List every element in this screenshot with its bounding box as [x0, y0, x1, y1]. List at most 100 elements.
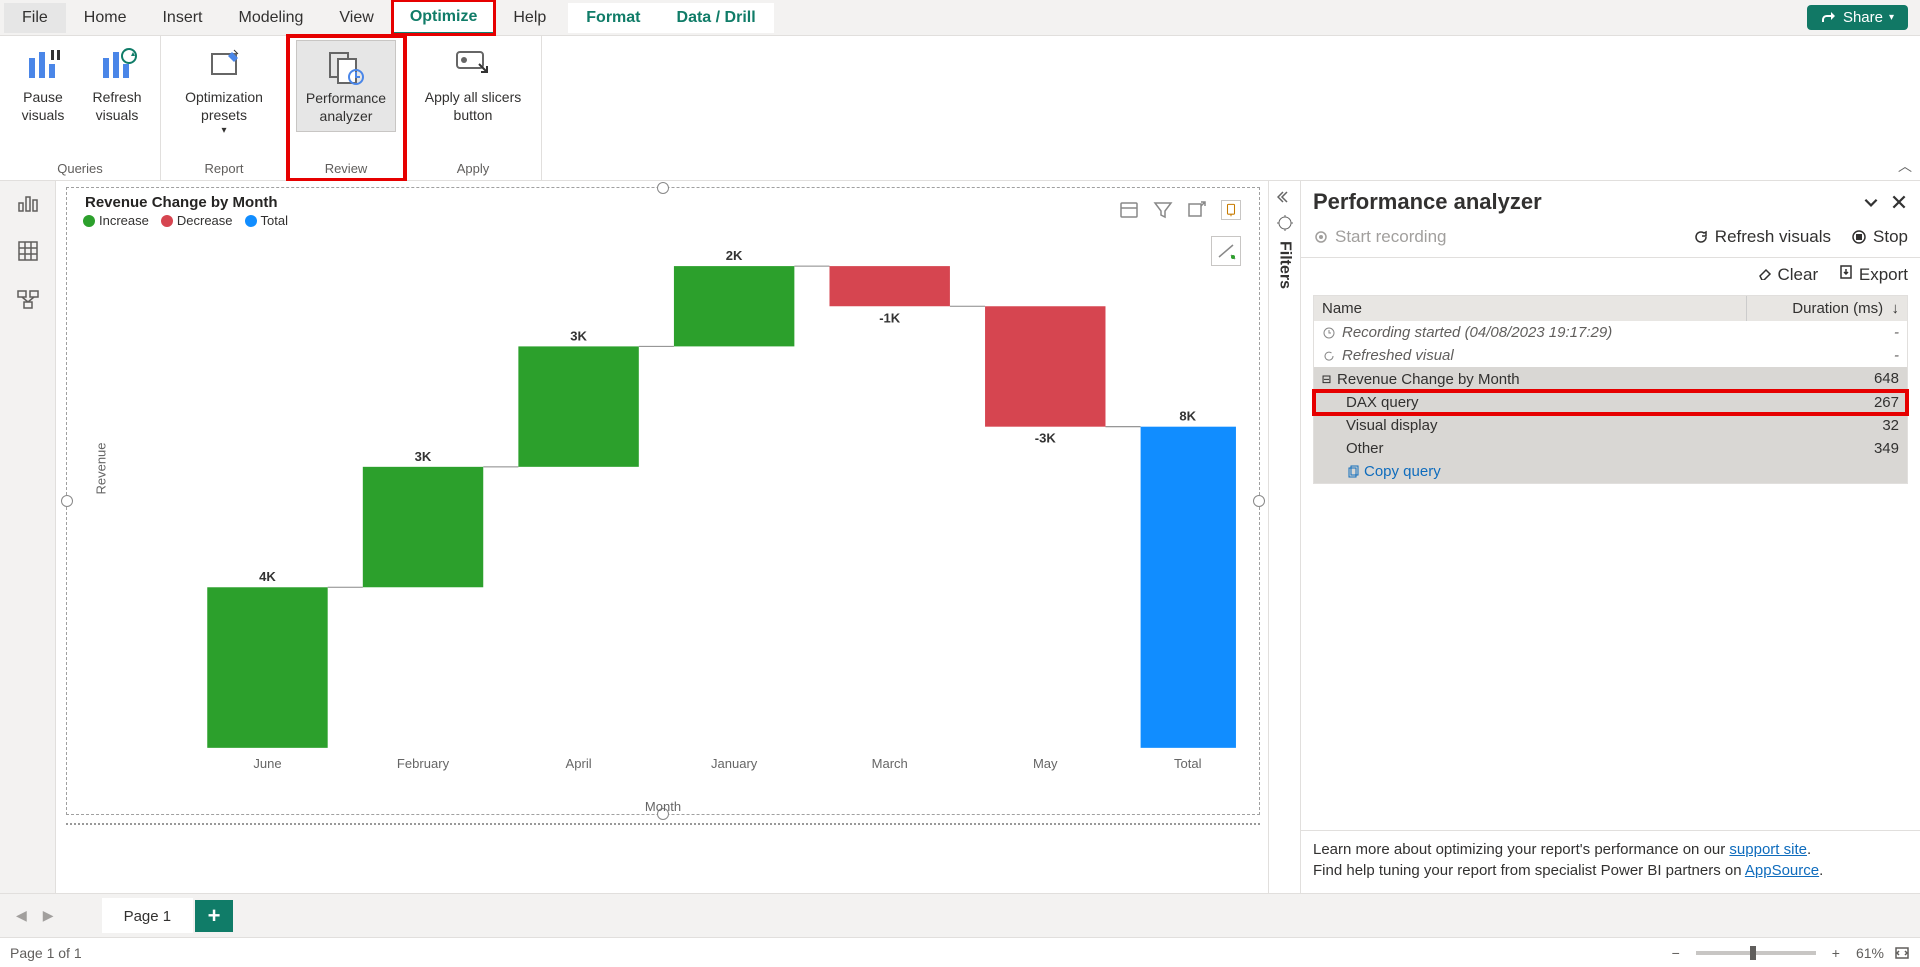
chart-x-axis-label: Month	[645, 799, 681, 814]
filters-label: Filters	[1276, 241, 1294, 289]
menu-modeling[interactable]: Modeling	[220, 3, 321, 33]
start-recording-button[interactable]: Start recording	[1313, 227, 1447, 247]
clock-icon	[1322, 326, 1336, 340]
menu-view[interactable]: View	[321, 3, 391, 33]
eraser-icon	[1757, 264, 1773, 280]
svg-text:-1K: -1K	[879, 310, 901, 325]
copy-icon	[1346, 465, 1360, 479]
add-page-button[interactable]: +	[195, 900, 233, 932]
col-name-header[interactable]: Name	[1314, 296, 1747, 321]
left-view-rail	[0, 181, 56, 893]
pause-visuals-button[interactable]: Pause visuals	[8, 40, 78, 130]
pause-visuals-icon	[23, 46, 63, 86]
report-view-icon[interactable]	[16, 191, 40, 215]
page-position-label: Page 1 of 1	[10, 945, 82, 961]
row-dax-query[interactable]: DAX query 267	[1314, 391, 1907, 414]
chart-y-axis-label: Revenue	[94, 442, 109, 494]
svg-text:May: May	[1033, 756, 1058, 771]
svg-text:Total: Total	[1174, 756, 1202, 771]
menu-help[interactable]: Help	[495, 3, 564, 33]
chart-legend: Increase Decrease Total	[67, 211, 1259, 228]
focus-icon[interactable]	[1187, 200, 1207, 220]
filters-pane-collapsed[interactable]: Filters	[1268, 181, 1300, 893]
menu-file[interactable]: File	[4, 3, 66, 33]
svg-text:January: January	[711, 756, 758, 771]
optimization-presets-button[interactable]: Optimization presets▾	[169, 40, 279, 143]
stop-recording-button[interactable]: Stop	[1851, 227, 1908, 247]
menu-insert[interactable]: Insert	[144, 3, 220, 33]
expand-filters-icon[interactable]	[1277, 189, 1293, 205]
svg-text:3K: 3K	[415, 449, 432, 464]
support-site-link[interactable]: support site	[1729, 841, 1807, 858]
page-prev-button[interactable]: ◀	[8, 903, 35, 928]
pin-icon[interactable]	[1221, 200, 1241, 220]
model-view-icon[interactable]	[16, 287, 40, 311]
row-visual-name[interactable]: ⊟Revenue Change by Month 648	[1314, 367, 1907, 391]
zoom-out-button[interactable]: −	[1666, 945, 1686, 961]
zoom-slider[interactable]	[1696, 951, 1816, 955]
visual-selection-frame[interactable]: Revenue Change by Month Increase Decreas…	[66, 187, 1260, 815]
refresh-small-icon	[1322, 349, 1336, 363]
menu-data-drill[interactable]: Data / Drill	[659, 3, 774, 33]
export-icon	[1838, 264, 1854, 280]
data-view-icon[interactable]	[16, 239, 40, 263]
refresh-visuals-action[interactable]: Refresh visuals	[1693, 227, 1831, 247]
col-duration-header[interactable]: Duration (ms) ↓	[1747, 296, 1907, 321]
waterfall-chart[interactable]: 4K 3K 3K 2K -1K -3K	[137, 236, 1241, 778]
visual-header-toolbar	[1119, 200, 1241, 220]
main-area: Revenue Change by Month Increase Decreas…	[0, 181, 1920, 893]
canvas-page-divider	[66, 823, 1260, 825]
ribbon-group-apply: Apply all slicers button Apply	[405, 36, 542, 180]
optimization-presets-icon	[204, 46, 244, 86]
svg-text:3K: 3K	[570, 328, 587, 343]
export-button[interactable]: Export	[1838, 264, 1908, 285]
menu-bar: File Home Insert Modeling View Optimize …	[0, 0, 1920, 36]
svg-text:April: April	[566, 756, 592, 771]
refresh-icon	[1693, 229, 1709, 245]
report-canvas[interactable]: Revenue Change by Month Increase Decreas…	[56, 181, 1268, 893]
row-visual-display[interactable]: Visual display 32	[1314, 414, 1907, 437]
filter-icon[interactable]	[1153, 200, 1173, 220]
apply-slicers-button[interactable]: Apply all slicers button	[413, 40, 533, 130]
row-copy-query[interactable]: Copy query	[1314, 460, 1907, 483]
share-button[interactable]: Share ▾	[1807, 5, 1908, 30]
chevron-down-icon[interactable]	[1862, 193, 1880, 211]
ribbon-group-label-apply: Apply	[457, 159, 490, 180]
menu-format[interactable]: Format	[568, 3, 658, 33]
stop-icon	[1851, 229, 1867, 245]
svg-text:June: June	[253, 756, 281, 771]
ribbon-group-review: Performance analyzer Review	[288, 36, 405, 180]
share-icon	[1821, 10, 1837, 26]
performance-analyzer-button[interactable]: Performance analyzer	[296, 40, 396, 132]
svg-text:2K: 2K	[726, 248, 743, 263]
menu-optimize[interactable]: Optimize	[392, 0, 496, 35]
svg-text:February: February	[397, 756, 450, 771]
perf-results-grid: Name Duration (ms) ↓ Recording started (…	[1313, 295, 1908, 484]
ribbon-collapse-button[interactable]: ︿	[1898, 156, 1912, 176]
page-tab-1[interactable]: Page 1	[102, 898, 194, 933]
perf-pane-title: Performance analyzer	[1313, 189, 1542, 215]
clear-button[interactable]: Clear	[1757, 264, 1818, 285]
refresh-visuals-button[interactable]: Refresh visuals	[82, 40, 152, 130]
row-other[interactable]: Other 349	[1314, 437, 1907, 460]
svg-text:4K: 4K	[259, 569, 276, 584]
filters-target-icon	[1277, 215, 1293, 231]
record-icon	[1313, 229, 1329, 245]
page-next-button[interactable]: ▶	[35, 903, 62, 928]
close-pane-icon[interactable]	[1890, 193, 1908, 211]
drill-up-icon[interactable]	[1119, 200, 1139, 220]
ribbon: Pause visuals Refresh visuals Queries Op…	[0, 36, 1920, 181]
zoom-level-label[interactable]: 61%	[1846, 945, 1894, 961]
row-recording-started: Recording started (04/08/2023 19:17:29) …	[1314, 321, 1907, 344]
zoom-in-button[interactable]: +	[1826, 945, 1846, 961]
svg-text:March: March	[872, 756, 908, 771]
fit-to-page-icon[interactable]	[1894, 945, 1910, 961]
appsource-link[interactable]: AppSource	[1745, 862, 1819, 879]
ribbon-group-label-report: Report	[204, 159, 243, 180]
menu-home[interactable]: Home	[66, 3, 145, 33]
ribbon-group-label-review: Review	[325, 159, 368, 180]
svg-text:-3K: -3K	[1035, 431, 1057, 446]
ribbon-group-queries: Pause visuals Refresh visuals Queries	[0, 36, 161, 180]
svg-text:8K: 8K	[1179, 409, 1196, 424]
refresh-visuals-icon	[97, 46, 137, 86]
